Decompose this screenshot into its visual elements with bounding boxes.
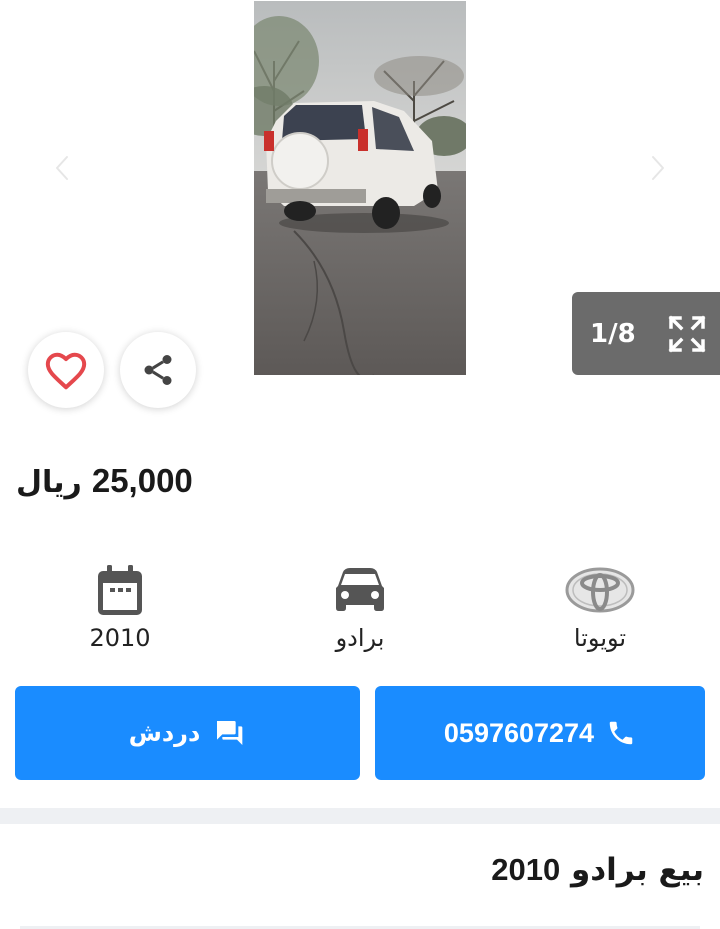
price: ريال 25,000 xyxy=(16,462,193,500)
spec-year: 2010 xyxy=(40,558,200,652)
phone-icon xyxy=(609,721,633,745)
call-button-number: 0597607274 xyxy=(443,717,595,748)
share-button[interactable] xyxy=(120,332,196,408)
chat-icon xyxy=(217,721,243,745)
chat-button-label: دردش xyxy=(128,719,201,747)
spec-make-label: تويوتا xyxy=(573,624,627,652)
image-counter-text: 1/8 xyxy=(590,318,636,349)
image-gallery: 1/8 xyxy=(0,0,720,430)
share-icon xyxy=(144,355,172,385)
spec-year-label: 2010 xyxy=(89,624,151,652)
chevron-left-icon xyxy=(54,154,70,182)
section-divider xyxy=(0,808,720,824)
price-currency: ريال xyxy=(16,465,82,500)
image-counter: 1/8 xyxy=(572,292,720,375)
spec-model-label: برادو xyxy=(335,624,385,652)
call-button[interactable]: 0597607274 xyxy=(375,686,705,780)
chevron-right-icon xyxy=(650,154,666,182)
toyota-logo-icon xyxy=(565,567,635,613)
previous-image-button[interactable] xyxy=(42,148,82,188)
heart-icon xyxy=(45,352,87,390)
fullscreen-button[interactable] xyxy=(666,313,708,355)
ad-title: بيع برادو 2010 xyxy=(491,852,704,888)
next-image-button[interactable] xyxy=(638,148,678,188)
favorite-button[interactable] xyxy=(28,332,104,408)
fullscreen-icon xyxy=(668,315,706,352)
price-amount: 25,000 xyxy=(91,462,193,499)
car-photo-image xyxy=(254,1,466,375)
car-icon xyxy=(336,568,384,611)
spec-model: برادو xyxy=(280,558,440,652)
listing-photo[interactable] xyxy=(254,1,466,375)
spec-make: تويوتا xyxy=(520,558,680,652)
ad-title-text: بيع برادو xyxy=(571,852,704,888)
ad-title-year: 2010 xyxy=(491,852,561,887)
calendar-icon xyxy=(98,565,142,615)
chat-button[interactable]: دردش xyxy=(15,686,360,780)
